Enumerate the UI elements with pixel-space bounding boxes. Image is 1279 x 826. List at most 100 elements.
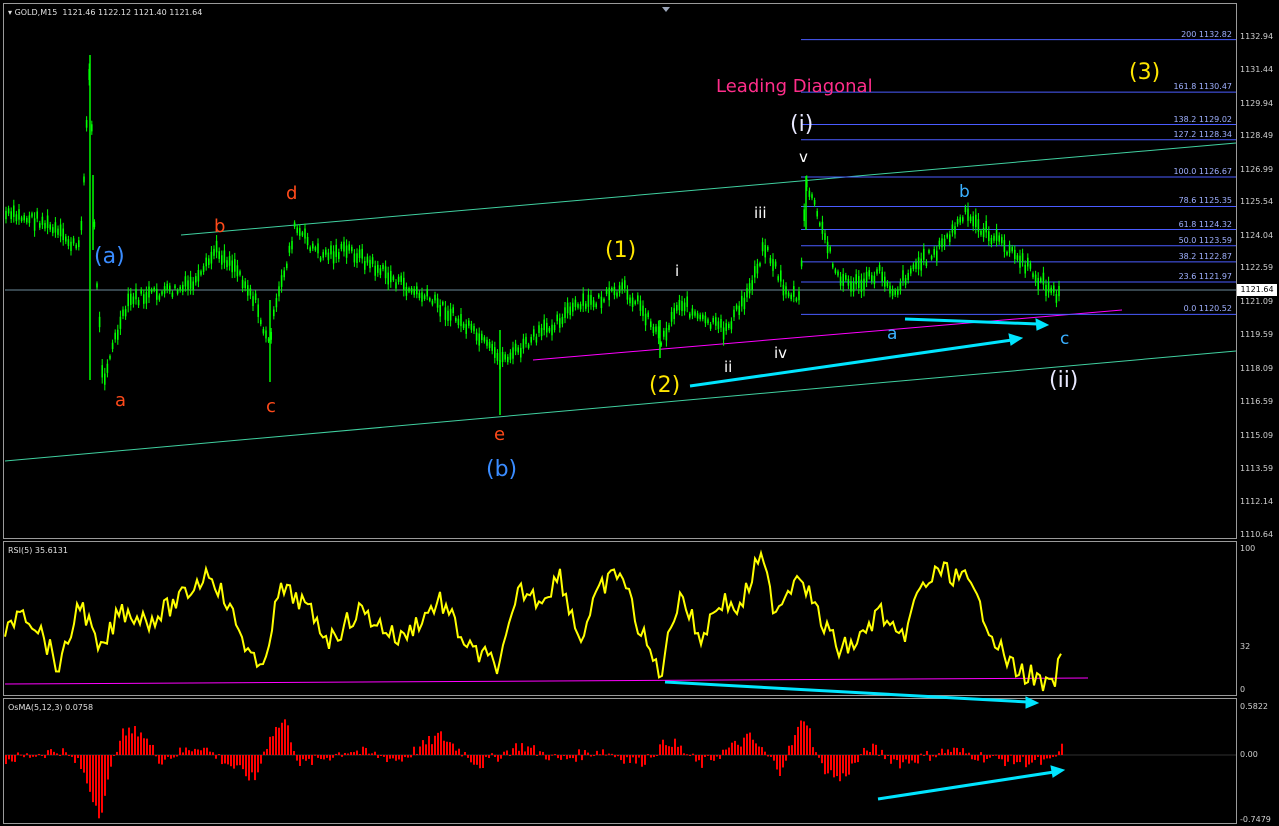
osma-bar [269,736,271,755]
osma-bar [620,755,622,761]
osma-bar [302,755,304,760]
candle-body [455,317,457,322]
osma-bar [467,755,469,758]
osma-bar [44,755,46,758]
candle-body [522,338,525,349]
candle-body [189,276,192,289]
candle-body [197,270,200,282]
osma-bar [821,755,823,764]
candle-body [288,245,291,253]
candle-body [317,243,319,254]
candle-body [681,300,683,312]
osma-bar [626,755,628,758]
candle-body [267,338,270,342]
candle-body [345,245,348,258]
osma-bar [647,754,649,756]
candle-body [894,290,896,295]
candle-body [218,251,220,259]
candle-body [33,218,36,231]
candle-body [228,256,231,266]
osma-bar [29,755,31,758]
osma-scale-min: -0.7479 [1240,815,1271,824]
candle-body [616,292,618,297]
osma-bar [191,751,193,755]
candle-body [312,243,314,249]
candle-body [343,241,345,252]
osma-bar [695,755,697,762]
candle-body [114,332,116,340]
osma-bar [320,755,322,760]
osma-bar [686,754,688,756]
candle-body [296,227,298,233]
osma-bar [482,755,484,769]
candle-body [366,256,369,263]
candle-body [676,305,678,311]
osma-bar [281,722,283,755]
chart-canvas[interactable] [0,0,1279,826]
candle-body [712,317,714,323]
candle-body [946,234,948,238]
osma-bar [992,755,994,757]
candle-body [241,279,244,289]
candle-body [273,309,275,317]
candle-body [527,344,530,348]
osma-bar [725,749,727,755]
candle-body [153,287,155,291]
candle-body [962,217,964,222]
candle-body [777,276,779,281]
candle-body [119,316,122,329]
candle-body [1021,253,1024,263]
candle-body [559,318,561,328]
osma-bar [842,755,844,774]
rsi-scale-100: 100 [1240,544,1256,553]
fib-level-label: 0.0 1120.52 [1183,304,1232,314]
wave-label-c-orange: c [266,396,276,417]
osma-bar [326,755,328,758]
candle-body [161,291,163,295]
current-price-box: 1121.64 [1237,284,1277,296]
osma-bar [143,738,145,755]
osma-bar [179,747,181,755]
candle-body [670,311,673,322]
osma-bar [707,754,709,756]
osma-bar [341,755,343,757]
candle-body [813,200,816,205]
candle-body [431,300,434,305]
candle-body [543,319,545,331]
arrow-price-long-head [1008,333,1024,346]
candle-body [252,296,254,307]
osma-bar [581,755,583,761]
dropdown-triangle-icon[interactable]: ▾ [8,8,12,17]
osma-bar [131,733,133,755]
candle-body [551,324,553,336]
candle-body [876,269,878,274]
osma-bar [440,731,442,755]
candle-body [59,224,62,237]
osma-bar [374,751,376,755]
osma-bar [977,755,979,761]
candle-body [127,293,129,307]
candle-body [613,286,616,296]
candle-body [1042,272,1045,285]
osma-bar [1040,755,1042,765]
osma-bar [65,752,67,755]
candle-body [223,250,226,263]
osma-bar [239,755,241,766]
candle-body [603,298,605,302]
candle-body [639,300,642,311]
price-scale-label: 1118.09 [1240,363,1274,373]
osma-bar [590,755,592,757]
candle-body [52,227,54,234]
osma-bar [104,755,106,796]
osma-bar [5,755,7,765]
osma-bar [422,740,424,755]
osma-bar [185,747,187,755]
candle-body [995,229,998,241]
osma-bar [128,727,130,755]
candle-body [504,354,506,360]
candle-body [447,310,449,321]
wave-label-3: (3) [1129,60,1161,85]
candle-body [364,261,366,270]
candle-body [1040,278,1042,282]
fib-level-label: 50.0 1123.59 [1178,235,1232,245]
